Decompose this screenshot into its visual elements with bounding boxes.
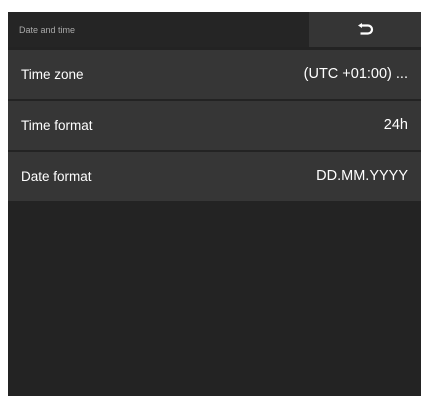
header-bar: Date and time [8, 12, 421, 47]
date-format-label: Date format [21, 169, 92, 184]
page-title: Date and time [19, 25, 76, 35]
time-format-value: 24h [383, 117, 408, 133]
time-format-row[interactable]: Time format 24h [8, 101, 421, 150]
undo-arrow-icon [356, 22, 374, 37]
time-zone-value: (UTC +01:00) ... [303, 66, 408, 82]
date-format-row[interactable]: Date format DD.MM.YYYY [8, 152, 421, 201]
settings-screen: Date and time Time zone (UTC +01:00) ...… [8, 12, 421, 396]
time-zone-label: Time zone [21, 67, 84, 82]
time-zone-row[interactable]: Time zone (UTC +01:00) ... [8, 50, 421, 99]
time-format-label: Time format [21, 118, 93, 133]
date-format-value: DD.MM.YYYY [316, 168, 408, 184]
back-button[interactable] [309, 12, 421, 47]
